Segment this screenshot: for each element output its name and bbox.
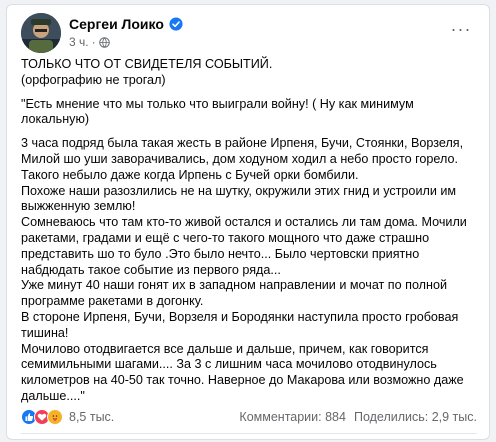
author-row: Сергеи Лоико <box>69 16 183 32</box>
post-footer: 8,5 тыс. Комментарии: 884 Поделились: 2,… <box>21 405 477 429</box>
post-paragraph: 3 часа подряд была такая жесть в районе … <box>21 136 464 182</box>
post-card: Сергеи Лоико 3 ч. · ··· ТОЛЬКО ЧТО ОТ СВ… <box>6 4 490 440</box>
meta-separator: · <box>91 35 96 49</box>
post-paragraph: Похоже наши разозлились не на шутку, окр… <box>21 183 457 214</box>
care-reaction-icon <box>47 409 63 425</box>
post-paragraph: В стороне Ирпеня, Бучи, Ворзеля и Бородя… <box>21 309 459 340</box>
post-paragraph: Мочилово отодвигается все дальше и дальш… <box>21 341 464 403</box>
post-paragraph: Уже минут 40 наши гонят их в западном на… <box>21 278 448 309</box>
author-avatar[interactable] <box>21 13 61 53</box>
post-header: Сергеи Лоико 3 ч. · ··· <box>21 13 479 53</box>
post-time[interactable]: 3 ч. <box>69 35 89 49</box>
post-note: (орфографию не трогал) <box>21 72 166 87</box>
reactions-summary[interactable]: 8,5 тыс. <box>21 409 114 425</box>
post-quote-intro: "Есть мнение что мы только что выиграли … <box>21 96 414 127</box>
shares-count-link[interactable]: Поделились: 2,9 тыс. <box>354 410 477 424</box>
author-name[interactable]: Сергеи Лоико <box>69 16 164 32</box>
footer-divider <box>21 433 477 434</box>
reaction-count[interactable]: 8,5 тыс. <box>69 410 114 424</box>
comments-count-link[interactable]: Комментарии: 884 <box>239 410 346 424</box>
post-body: ТОЛЬКО ЧТО ОТ СВИДЕТЕЛЯ СОБЫТИЙ. (орфогр… <box>21 57 477 405</box>
more-options-button[interactable]: ··· <box>447 17 475 41</box>
more-icon: ··· <box>450 18 472 39</box>
post-paragraph: Сомневаюсь что там кто-то живой остался … <box>21 215 467 277</box>
globe-icon <box>98 36 110 48</box>
verified-badge-icon <box>169 17 183 31</box>
post-title: ТОЛЬКО ЧТО ОТ СВИДЕТЕЛЯ СОБЫТИЙ. <box>21 57 273 71</box>
post-meta: 3 ч. · <box>69 35 110 49</box>
